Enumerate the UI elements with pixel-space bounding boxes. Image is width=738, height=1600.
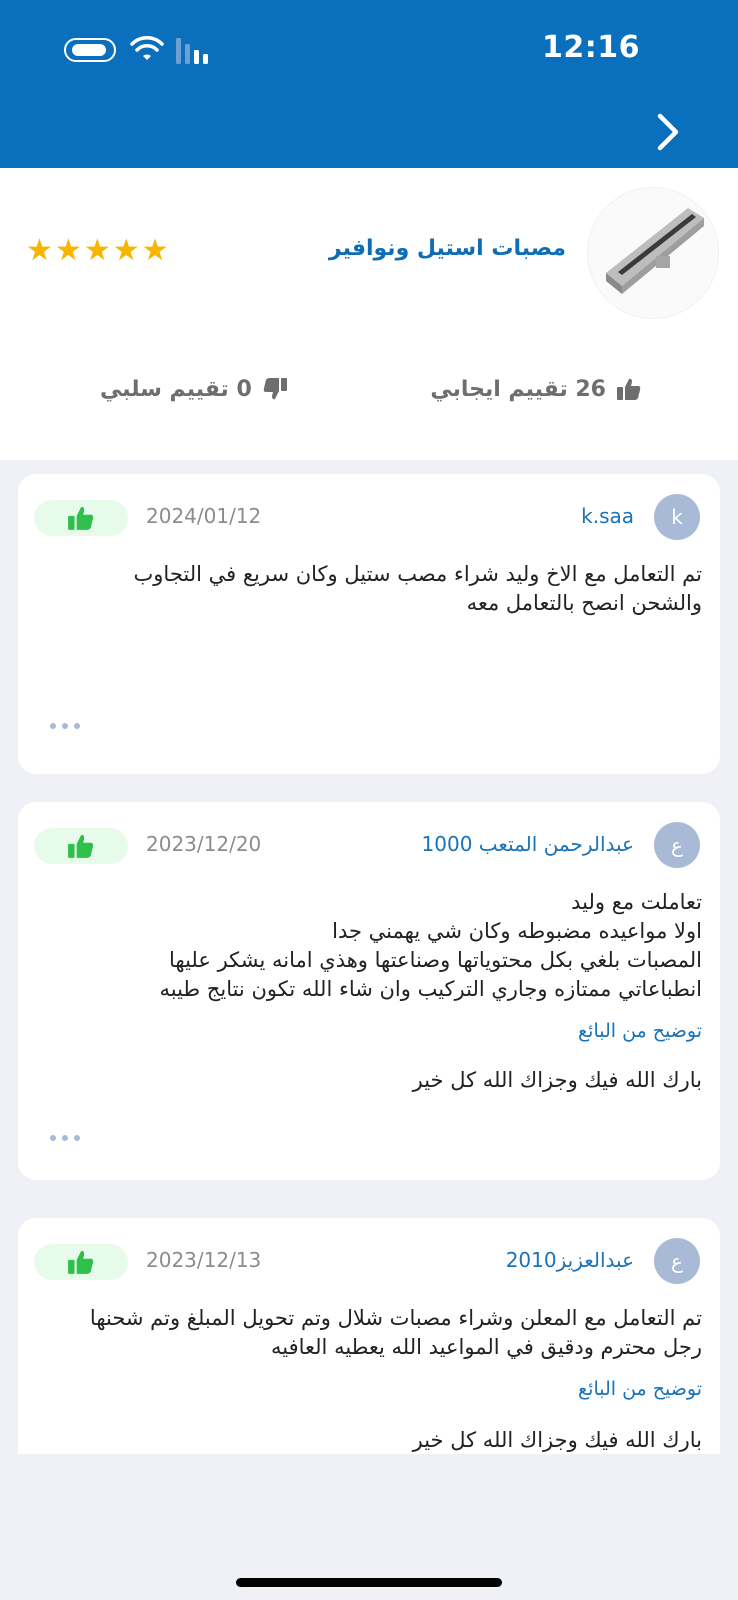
review-card: ع عبدالرحمن المتعب 1000 2023/12/20 تعامل… bbox=[18, 802, 720, 1180]
seller-summary: مصبات استيل ونوافير ★ ★ ★ ★ ★ 26 تقييم ا… bbox=[0, 168, 738, 460]
review-card: ع عبدالعزيز2010 2023/12/13 تم التعامل مع… bbox=[18, 1218, 720, 1454]
review-date: 2024/01/12 bbox=[146, 504, 262, 528]
positive-rating-badge bbox=[34, 1244, 128, 1280]
star-icon: ★ bbox=[83, 233, 111, 268]
review-text: تعاملت مع وليد اولا مواعيده مضبوطه وكان … bbox=[159, 890, 702, 1001]
negative-ratings-label: 0 تقييم سلبي bbox=[100, 376, 252, 402]
rating-stars: ★ ★ ★ ★ ★ bbox=[26, 234, 169, 268]
positive-rating-badge bbox=[34, 500, 128, 536]
more-options-icon[interactable] bbox=[50, 720, 90, 732]
thumbs-up-icon bbox=[68, 835, 94, 858]
negative-ratings[interactable]: 0 تقييم سلبي bbox=[100, 376, 288, 402]
thumbs-up-icon bbox=[617, 378, 641, 400]
review-text: تم التعامل مع الاخ وليد شراء مصب ستيل وك… bbox=[133, 562, 702, 615]
star-icon: ★ bbox=[26, 233, 53, 268]
seller-product-image bbox=[588, 188, 718, 318]
review-date: 2023/12/13 bbox=[146, 1248, 262, 1272]
reviewer-name[interactable]: k.saa bbox=[581, 504, 634, 528]
positive-ratings-label: 26 تقييم ايجابي bbox=[430, 376, 606, 402]
seller-name: مصبات استيل ونوافير bbox=[328, 236, 566, 261]
seller-reply-text: بارك الله فيك وجزاك الله كل خير bbox=[412, 1068, 702, 1092]
thumbs-up-icon bbox=[68, 507, 94, 530]
seller-reply-label: توضيح من البائع bbox=[578, 1378, 702, 1400]
reviews-list[interactable]: k k.saa 2024/01/12 تم التعامل مع الاخ ول… bbox=[0, 460, 738, 1454]
battery-icon bbox=[64, 38, 116, 62]
back-arrow-icon[interactable] bbox=[652, 112, 682, 152]
wifi-icon bbox=[130, 36, 164, 60]
rating-stats: 26 تقييم ايجابي 0 تقييم سلبي bbox=[0, 376, 738, 416]
seller-reply-label: توضيح من البائع bbox=[578, 1020, 702, 1042]
more-options-icon[interactable] bbox=[50, 1132, 90, 1144]
star-icon: ★ bbox=[54, 233, 82, 268]
app-header: 12:16 bbox=[0, 0, 738, 168]
status-time: 12:16 bbox=[542, 30, 640, 65]
avatar: k bbox=[654, 494, 700, 540]
avatar: ع bbox=[654, 822, 700, 868]
thumbs-up-icon bbox=[68, 1251, 94, 1274]
home-indicator[interactable] bbox=[236, 1578, 502, 1587]
star-icon: ★ bbox=[141, 233, 169, 268]
review-text: تم التعامل مع المعلن وشراء مصبات شلال وت… bbox=[89, 1306, 702, 1359]
review-card: k k.saa 2024/01/12 تم التعامل مع الاخ ول… bbox=[18, 474, 720, 774]
cellular-signal-icon bbox=[176, 38, 208, 64]
thumbs-down-icon bbox=[263, 378, 287, 400]
positive-rating-badge bbox=[34, 828, 128, 864]
star-icon: ★ bbox=[112, 233, 140, 268]
reviewer-name[interactable]: عبدالرحمن المتعب 1000 bbox=[422, 832, 634, 856]
seller-reply-text: بارك الله فيك وجزاك الله كل خير bbox=[412, 1428, 702, 1452]
review-date: 2023/12/20 bbox=[146, 832, 262, 856]
avatar: ع bbox=[654, 1238, 700, 1284]
positive-ratings[interactable]: 26 تقييم ايجابي bbox=[430, 376, 642, 402]
reviewer-name[interactable]: عبدالعزيز2010 bbox=[506, 1248, 634, 1272]
